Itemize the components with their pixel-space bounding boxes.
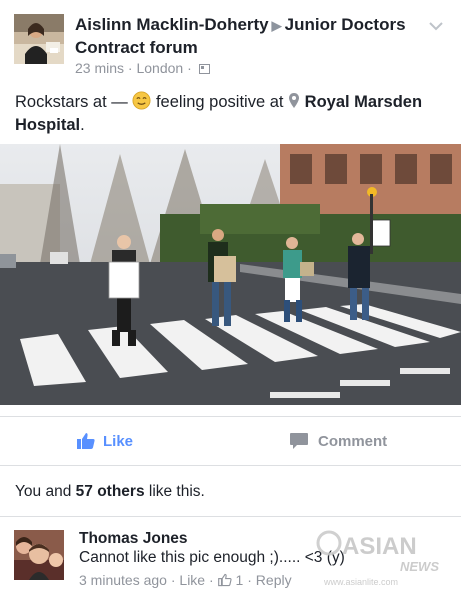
divider — [0, 465, 461, 466]
post-time[interactable]: 23 mins — [75, 60, 124, 76]
asianlite-watermark: ASIAN NEWS www.asianlite.com — [314, 527, 446, 589]
likes-suffix: like this. — [144, 483, 205, 500]
status-prefix: Rockstars at — — [15, 93, 133, 111]
likes-prefix: You and — [15, 483, 76, 500]
likes-summary[interactable]: You and 57 others like this. — [15, 483, 205, 501]
watermark-url: www.asianlite.com — [323, 577, 398, 587]
chevron-down-icon[interactable] — [428, 20, 444, 32]
post-header: Aislinn Macklin-Doherty ▶ Junior Doctors C… — [0, 0, 461, 84]
post-location[interactable]: London — [136, 60, 183, 76]
like-label: Like — [103, 432, 134, 450]
location-pin-icon — [289, 93, 300, 108]
comment-reply-link[interactable]: Reply — [256, 572, 292, 588]
comment-meta: 3 minutes ago · Like · 1 · Reply — [79, 572, 292, 588]
post-title: Aislinn Macklin-Doherty ▶ Junior Doctors C… — [75, 14, 415, 59]
comment-time[interactable]: 3 minutes ago — [79, 572, 167, 588]
like-button[interactable]: Like — [76, 432, 133, 450]
post-status: Rockstars at — feeling positive at Royal… — [15, 91, 455, 137]
meta-separator: · — [187, 60, 196, 76]
divider — [0, 416, 461, 417]
comment-label: Comment — [318, 432, 388, 450]
author-avatar[interactable] — [14, 14, 64, 64]
watermark-sub: NEWS — [400, 559, 439, 574]
watermark-brand: ASIAN — [342, 533, 417, 560]
divider — [0, 516, 461, 517]
author-name[interactable]: Aislinn Macklin-Doherty — [75, 15, 269, 34]
comment-text: Cannot like this pic enough ;)..... <3 (… — [79, 549, 345, 566]
comment-like-link[interactable]: Like — [179, 572, 205, 588]
meta-separator: · — [166, 572, 180, 588]
feeling-text: feeling positive at — [155, 93, 284, 111]
comment-button[interactable]: Comment — [289, 432, 387, 450]
status-end: . — [80, 116, 85, 134]
relieved-face-icon — [132, 91, 151, 110]
audience-icon[interactable] — [198, 64, 210, 74]
thumbs-up-icon — [77, 433, 95, 449]
thumbs-up-icon — [217, 573, 232, 587]
arrow-right-icon: ▶ — [271, 18, 282, 33]
comment-icon — [290, 433, 308, 449]
commenter-avatar[interactable] — [14, 530, 64, 580]
commenter-name[interactable]: Thomas Jones — [79, 530, 188, 548]
post-meta: 23 mins · London · — [75, 60, 210, 76]
post-photo[interactable] — [0, 144, 461, 405]
comment-like-count[interactable]: 1 — [236, 572, 244, 588]
meta-separator: · — [243, 572, 256, 588]
likes-count[interactable]: 57 others — [76, 483, 145, 500]
meta-separator: · — [205, 572, 218, 588]
